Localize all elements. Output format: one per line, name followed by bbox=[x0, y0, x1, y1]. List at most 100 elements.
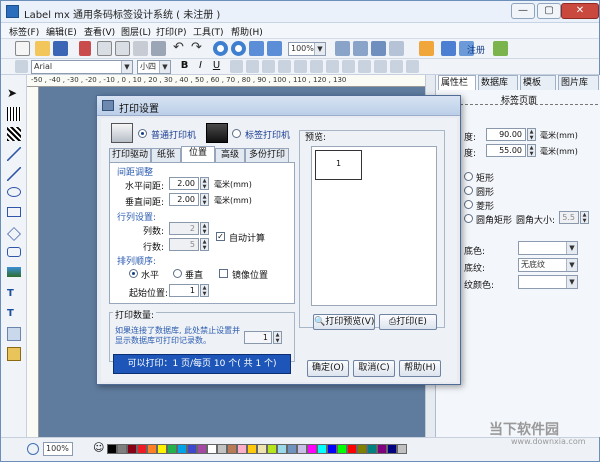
color-swatch[interactable] bbox=[367, 444, 377, 454]
menu-view[interactable]: 查看(V) bbox=[84, 25, 115, 38]
bold-icon[interactable]: B bbox=[178, 60, 191, 73]
distribute-v-icon[interactable] bbox=[374, 60, 387, 73]
print-qty-spinner[interactable]: ▲ ▼ bbox=[273, 331, 282, 344]
paste-special-icon[interactable] bbox=[133, 41, 148, 56]
open-folder-icon[interactable] bbox=[35, 41, 50, 56]
fill-icon[interactable] bbox=[7, 267, 21, 277]
color-swatch[interactable] bbox=[107, 444, 117, 454]
rotate-icon[interactable] bbox=[390, 60, 403, 73]
border-color-combo[interactable]: ▼ bbox=[518, 275, 578, 289]
rich-text-icon[interactable]: T bbox=[7, 307, 21, 321]
diamond-icon[interactable] bbox=[7, 227, 21, 241]
color-swatch[interactable] bbox=[317, 444, 327, 454]
text-format-icon[interactable] bbox=[15, 60, 28, 73]
cols-spinner[interactable]: ▲ ▼ bbox=[200, 222, 209, 235]
print-preview-button[interactable]: 🔍打印预览(V) bbox=[313, 314, 375, 330]
redo-icon[interactable]: ↷ bbox=[191, 41, 206, 56]
barcode-icon[interactable] bbox=[7, 107, 21, 121]
print-qty-input[interactable]: 1 bbox=[244, 331, 272, 344]
rows-spinner[interactable]: ▲ ▼ bbox=[200, 238, 209, 251]
plugin-icon[interactable] bbox=[493, 41, 508, 56]
bg-texture-combo[interactable]: 无底纹 ▼ bbox=[518, 258, 578, 272]
shape-diamond-radio[interactable] bbox=[464, 200, 473, 209]
color-swatch[interactable] bbox=[157, 444, 167, 454]
lock-icon[interactable] bbox=[406, 60, 419, 73]
same-height-icon[interactable] bbox=[342, 60, 355, 73]
tab-paper[interactable]: 纸张 bbox=[151, 148, 181, 162]
tool-icon[interactable] bbox=[419, 41, 434, 56]
maximize-button[interactable]: ▢ bbox=[537, 3, 561, 19]
color-swatch[interactable] bbox=[207, 444, 217, 454]
color-swatch[interactable] bbox=[127, 444, 137, 454]
color-swatch[interactable] bbox=[327, 444, 337, 454]
menu-layer[interactable]: 图层(L) bbox=[121, 25, 151, 38]
fit-width-icon[interactable] bbox=[267, 41, 282, 56]
corner-size-spinner[interactable]: ▲ ▼ bbox=[580, 211, 589, 224]
bg-color-combo[interactable]: ▼ bbox=[518, 241, 578, 255]
ellipse-icon[interactable] bbox=[7, 187, 21, 197]
undo-icon[interactable]: ↶ bbox=[173, 41, 188, 56]
color-swatch[interactable] bbox=[287, 444, 297, 454]
qrcode-icon[interactable] bbox=[7, 127, 21, 141]
shape-rounded-radio[interactable] bbox=[464, 214, 473, 223]
align-middle-icon[interactable] bbox=[294, 60, 307, 73]
menu-tools[interactable]: 工具(T) bbox=[193, 25, 224, 38]
label-printer-label[interactable]: 标签打印机 bbox=[245, 128, 290, 141]
align-center-icon[interactable] bbox=[246, 60, 259, 73]
page-setup-icon[interactable] bbox=[335, 41, 350, 56]
tab-position[interactable]: 位置 bbox=[181, 146, 215, 162]
status-zoom[interactable]: 100% bbox=[43, 442, 73, 456]
pointer-icon[interactable]: ➤ bbox=[7, 87, 21, 101]
zoom-icon[interactable] bbox=[27, 443, 39, 455]
cols-input[interactable]: 2 bbox=[169, 222, 199, 235]
rounded-rect-icon[interactable] bbox=[7, 247, 21, 257]
normal-printer-label[interactable]: 普通打印机 bbox=[151, 128, 196, 141]
color-swatch[interactable] bbox=[257, 444, 267, 454]
color-swatch[interactable] bbox=[237, 444, 247, 454]
zoom-combo[interactable]: 100% ▼ bbox=[288, 42, 326, 56]
font-size-combo[interactable]: 小四 ▼ bbox=[137, 60, 171, 74]
color-swatch[interactable] bbox=[197, 444, 207, 454]
color-swatch[interactable] bbox=[307, 444, 317, 454]
h-margin-input[interactable]: 2.00 bbox=[169, 177, 199, 190]
rectangle-icon[interactable] bbox=[7, 207, 21, 217]
fit-page-icon[interactable] bbox=[249, 41, 264, 56]
v-margin-input[interactable]: 2.00 bbox=[169, 193, 199, 206]
color-swatch[interactable] bbox=[357, 444, 367, 454]
menu-print[interactable]: 打印(P) bbox=[156, 25, 186, 38]
color-swatch[interactable] bbox=[277, 444, 287, 454]
menu-edit[interactable]: 编辑(E) bbox=[46, 25, 77, 38]
text-icon[interactable]: T bbox=[7, 287, 21, 301]
new-file-icon[interactable] bbox=[15, 41, 30, 56]
ok-button[interactable]: 确定(O) bbox=[307, 360, 349, 377]
polyline-icon[interactable] bbox=[7, 167, 21, 181]
menu-help[interactable]: 帮助(H) bbox=[231, 25, 263, 38]
color-swatch[interactable] bbox=[337, 444, 347, 454]
corner-size-input[interactable]: 5.5 bbox=[559, 211, 579, 224]
tab-template[interactable]: 模板 bbox=[520, 75, 556, 90]
tab-properties[interactable]: 属性栏 bbox=[438, 75, 476, 90]
color-swatch[interactable] bbox=[187, 444, 197, 454]
tab-image-library[interactable]: 图片库 bbox=[558, 75, 599, 90]
h-margin-spinner[interactable]: ▲ ▼ bbox=[200, 177, 209, 190]
color-swatch[interactable] bbox=[167, 444, 177, 454]
help-icon[interactable] bbox=[441, 41, 456, 56]
line-icon[interactable] bbox=[7, 147, 21, 161]
delete-icon[interactable] bbox=[151, 41, 166, 56]
close-button[interactable]: ✕ bbox=[561, 3, 599, 19]
print-preview-icon[interactable] bbox=[353, 41, 368, 56]
zoom-in-icon[interactable] bbox=[213, 41, 228, 56]
height-spinner[interactable]: ▲ ▼ bbox=[527, 144, 536, 157]
copy-icon[interactable] bbox=[97, 41, 112, 56]
distribute-h-icon[interactable] bbox=[358, 60, 371, 73]
color-swatch[interactable] bbox=[137, 444, 147, 454]
normal-printer-radio[interactable] bbox=[138, 129, 147, 138]
start-position-spinner[interactable]: ▲ ▼ bbox=[200, 284, 209, 297]
save-icon[interactable] bbox=[53, 41, 68, 56]
cancel-button[interactable]: 取消(C) bbox=[353, 360, 395, 377]
color-swatch[interactable] bbox=[397, 444, 407, 454]
color-swatch[interactable] bbox=[227, 444, 237, 454]
align-right-icon[interactable] bbox=[262, 60, 275, 73]
color-swatch[interactable] bbox=[267, 444, 277, 454]
zoom-out-icon[interactable] bbox=[231, 41, 246, 56]
